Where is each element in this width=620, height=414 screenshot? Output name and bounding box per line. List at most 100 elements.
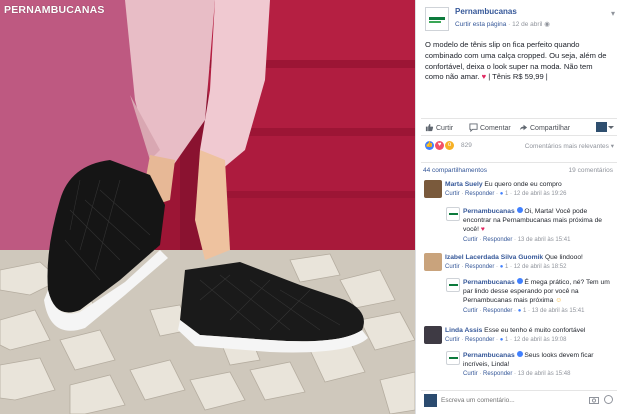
meta-separator: · bbox=[461, 337, 464, 344]
meta-separator: · bbox=[514, 236, 517, 243]
reactions-row: 👍 ♥ o 829 Comentários mais relevantes ▾ bbox=[421, 139, 617, 154]
comment-like-count: ● 1 bbox=[499, 191, 509, 198]
share-button-label: Compartilhar bbox=[530, 125, 571, 132]
comment-composer bbox=[421, 390, 617, 408]
comment-time[interactable]: 12 de abril às 19:26 bbox=[514, 191, 567, 197]
comment-text: Esse eu tenho é muito confortável bbox=[484, 327, 586, 334]
post-photo[interactable]: PERNAMBUCANAS bbox=[0, 0, 415, 414]
comment-reply-link[interactable]: Responder bbox=[483, 371, 512, 377]
chevron-down-icon[interactable]: ▾ bbox=[611, 9, 615, 18]
reaction-count[interactable]: 829 bbox=[461, 142, 472, 149]
post-caption: O modelo de tênis slip on fica perfeito … bbox=[425, 40, 613, 83]
verified-badge-icon bbox=[516, 207, 523, 213]
comment-like-link[interactable]: Curtir bbox=[445, 264, 460, 270]
love-reaction-icon[interactable]: ♥ bbox=[435, 141, 444, 150]
wow-reaction-icon[interactable]: o bbox=[445, 141, 454, 150]
comment-body: Linda Assis Esse eu tenho é muito confor… bbox=[445, 326, 613, 345]
comment-reply-link[interactable]: Responder bbox=[483, 308, 512, 314]
page-avatar[interactable] bbox=[446, 278, 460, 292]
meta-separator: · bbox=[461, 191, 464, 198]
avatar[interactable] bbox=[424, 180, 442, 198]
comment-body: Izabel Lacerdada Silva Guomik Que lindoo… bbox=[445, 253, 613, 272]
comment-reply-link[interactable]: Responder bbox=[465, 337, 494, 343]
heart-emoji-icon: ♥ bbox=[480, 226, 485, 234]
comment-body: Marta Suely Eu quero onde eu compro Curt… bbox=[445, 180, 613, 199]
comment-meta: Curtir · Responder · 13 de abril às 15:4… bbox=[463, 370, 613, 379]
profile-selector-icon[interactable] bbox=[596, 122, 614, 132]
meta-separator: · bbox=[496, 264, 499, 271]
comment-meta: Curtir · Responder · ● 1 · 12 de abril à… bbox=[445, 336, 613, 345]
comment-reply-link[interactable]: Responder bbox=[483, 237, 512, 243]
comment-author[interactable]: Pernambucanas bbox=[463, 208, 515, 215]
like-page-link[interactable]: Curtir esta página bbox=[455, 21, 506, 28]
globe-icon: ◉ bbox=[544, 21, 550, 28]
comment-like-link[interactable]: Curtir bbox=[463, 237, 478, 243]
comment-like-link[interactable]: Curtir bbox=[463, 308, 478, 314]
share-button[interactable]: Compartilhar bbox=[519, 123, 570, 132]
thumbs-up-icon bbox=[425, 123, 434, 132]
page-avatar[interactable] bbox=[425, 7, 449, 31]
meta-separator: · bbox=[479, 236, 482, 243]
page-name-link[interactable]: Pernambucanas bbox=[455, 7, 517, 16]
comment-input[interactable] bbox=[441, 394, 581, 407]
comment-like-link[interactable]: Curtir bbox=[445, 337, 460, 343]
comment-author[interactable]: Marta Suely bbox=[445, 181, 483, 188]
comment-meta: Curtir · Responder · 13 de abril às 15:4… bbox=[463, 236, 613, 245]
brand-watermark: PERNAMBUCANAS bbox=[4, 4, 105, 16]
smile-emoji-icon: ☺ bbox=[555, 297, 563, 305]
meta-separator: · bbox=[479, 307, 482, 314]
comment-icon bbox=[469, 123, 478, 132]
comment-time[interactable]: 13 de abril às 15:48 bbox=[518, 371, 571, 377]
comment-time[interactable]: 13 de abril às 15:41 bbox=[518, 237, 571, 243]
meta-separator: · bbox=[461, 264, 464, 271]
post-date[interactable]: 12 de abril bbox=[512, 21, 542, 28]
comment-meta: Curtir · Responder · ● 1 · 12 de abril à… bbox=[445, 190, 613, 199]
page-avatar[interactable] bbox=[446, 351, 460, 365]
meta-separator: · bbox=[514, 371, 517, 378]
comment-author[interactable]: Izabel Lacerdada Silva Guomik bbox=[445, 254, 543, 261]
comment-time[interactable]: 12 de abril às 19:08 bbox=[514, 337, 567, 343]
comment-button-label: Comentar bbox=[480, 125, 511, 132]
meta-separator: · bbox=[510, 191, 513, 198]
avatar[interactable] bbox=[424, 326, 442, 344]
comment-like-link[interactable]: Curtir bbox=[445, 191, 460, 197]
heart-emoji-icon: ♥ bbox=[481, 72, 487, 82]
comment-meta: Curtir · Responder · ● 1 · 13 de abril à… bbox=[463, 307, 613, 316]
camera-icon[interactable] bbox=[589, 396, 599, 404]
shares-row: 44 compartilhamentos 19 comentários bbox=[421, 162, 617, 176]
comment-time[interactable]: 12 de abril às 18:52 bbox=[514, 264, 567, 270]
facebook-photo-viewer: PERNAMBUCANAS Pernambucanas Curtir esta … bbox=[0, 0, 620, 414]
like-reaction-icon[interactable]: 👍 bbox=[425, 141, 434, 150]
emoji-icon[interactable] bbox=[604, 395, 613, 404]
comment-sort-label: Comentários mais relevantes bbox=[524, 143, 609, 150]
avatar bbox=[424, 394, 437, 407]
comment-sort-dropdown[interactable]: Comentários mais relevantes ▾ bbox=[525, 142, 614, 150]
comments-count[interactable]: 19 comentários bbox=[569, 167, 613, 174]
page-avatar[interactable] bbox=[446, 207, 460, 221]
comment-meta: Curtir · Responder · ● 1 · 12 de abril à… bbox=[445, 263, 613, 272]
comment-time[interactable]: 13 de abril às 15:41 bbox=[532, 308, 585, 314]
comment-like-count: ● 1 bbox=[499, 264, 509, 271]
like-button-label: Curtir bbox=[436, 125, 454, 132]
comment-author[interactable]: Pernambucanas bbox=[463, 352, 515, 359]
like-button[interactable]: Curtir bbox=[425, 123, 453, 132]
meta-separator: · bbox=[514, 307, 517, 314]
verified-badge-icon bbox=[516, 351, 523, 357]
meta-separator: · bbox=[479, 371, 482, 378]
comment-like-link[interactable]: Curtir bbox=[463, 371, 478, 377]
comment-author[interactable]: Pernambucanas bbox=[463, 279, 515, 286]
post-side-panel: Pernambucanas Curtir esta página · 12 de… bbox=[415, 0, 620, 414]
share-icon bbox=[519, 124, 528, 131]
meta-separator: · bbox=[496, 337, 499, 344]
post-caption-tail: | Tênis R$ 59,99 | bbox=[488, 72, 548, 82]
comment-body: Pernambucanas É mega prático, né? Tem um… bbox=[463, 278, 613, 316]
comment-author[interactable]: Linda Assis bbox=[445, 327, 482, 334]
comment-text: Que lindooo! bbox=[544, 254, 583, 261]
shares-count-link[interactable]: 44 compartilhamentos bbox=[423, 167, 487, 174]
avatar[interactable] bbox=[424, 253, 442, 271]
comment-reply-link[interactable]: Responder bbox=[465, 191, 494, 197]
comment-reply-link[interactable]: Responder bbox=[465, 264, 494, 270]
comment-text: Eu quero onde eu compro bbox=[484, 181, 562, 188]
comment-like-count: ● 1 bbox=[517, 307, 527, 314]
comment-button[interactable]: Comentar bbox=[469, 123, 511, 132]
